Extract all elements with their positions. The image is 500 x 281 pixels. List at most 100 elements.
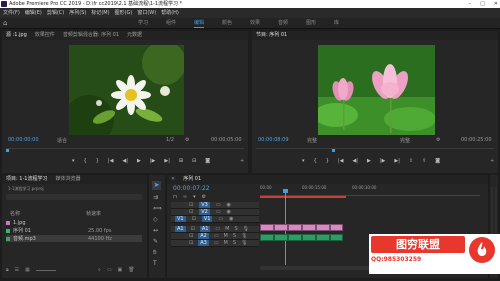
tab-audio-mixer[interactable]: 音频剪辑混合器: 序列 01: [63, 31, 119, 40]
mute-button[interactable]: M: [224, 240, 228, 246]
marker-icon[interactable]: ▾: [302, 158, 305, 164]
type-tool-icon[interactable]: T: [153, 260, 157, 267]
ws-audio[interactable]: 音频: [278, 18, 288, 29]
sync-lock-icon[interactable]: ▭: [214, 233, 219, 239]
lift-icon[interactable]: ⇧: [409, 158, 413, 164]
eye-icon[interactable]: ◉: [227, 202, 231, 208]
playhead-handle[interactable]: [283, 189, 288, 193]
snap-icon[interactable]: ⊓: [173, 194, 177, 200]
solo-button[interactable]: S: [233, 233, 236, 239]
export-frame-camera-icon[interactable]: ◙: [205, 158, 210, 164]
extract-icon[interactable]: ⇪: [422, 158, 426, 164]
menu-help[interactable]: 帮助(H): [161, 8, 179, 18]
go-to-out-button[interactable]: ▶|: [394, 158, 400, 164]
audio-clip[interactable]: [288, 234, 302, 241]
sync-lock-icon[interactable]: ▭: [216, 209, 221, 215]
icon-view-icon[interactable]: ▦: [25, 267, 30, 273]
video-clip[interactable]: [274, 224, 288, 231]
tab-source[interactable]: 源 :1.jpg: [6, 31, 27, 40]
sync-lock-icon[interactable]: ▭: [218, 216, 223, 222]
track-v1-header[interactable]: V1 ⊡ V1 ▭ ◉: [171, 216, 259, 223]
menu-marker[interactable]: 标记(M): [91, 8, 109, 18]
video-clip[interactable]: [330, 224, 343, 231]
lock-icon[interactable]: ⊡: [191, 226, 195, 232]
add-marker-icon[interactable]: ▾: [193, 194, 196, 200]
menu-graphics[interactable]: 图形(G): [115, 8, 133, 18]
mute-button[interactable]: M: [224, 233, 228, 239]
menu-window[interactable]: 窗口(W): [137, 8, 156, 18]
menu-clip[interactable]: 剪辑(C): [47, 8, 64, 18]
linked-selection-icon[interactable]: ∞: [183, 194, 187, 200]
track-label[interactable]: V3: [199, 202, 210, 208]
audio-clip[interactable]: [302, 234, 316, 241]
sync-lock-icon[interactable]: ▭: [215, 226, 220, 232]
tab-sequence[interactable]: 序列 01: [183, 175, 201, 184]
lock-icon[interactable]: ⊡: [189, 233, 193, 239]
list-item[interactable]: 音频.mp3 44100 Hz: [6, 235, 142, 242]
source-fit-dropdown[interactable]: 适合: [57, 137, 67, 144]
wrench-icon[interactable]: ⚙: [185, 137, 189, 143]
work-area-bar[interactable]: [260, 196, 346, 198]
track-label[interactable]: V1: [201, 216, 213, 222]
export-frame-camera-icon[interactable]: ◙: [435, 158, 440, 164]
mute-button[interactable]: M: [225, 226, 229, 232]
mark-in-button[interactable]: {: [84, 158, 87, 164]
program-add-button-icon[interactable]: +: [490, 158, 494, 164]
search-icon[interactable]: ⌕: [98, 267, 101, 273]
marker-icon[interactable]: ▾: [72, 158, 75, 164]
tab-metadata[interactable]: 元数据: [127, 31, 142, 40]
source-add-button-icon[interactable]: +: [240, 158, 244, 164]
col-name-header[interactable]: 名称: [10, 210, 20, 217]
ws-editing[interactable]: 编辑: [194, 18, 205, 29]
menu-edit[interactable]: 编辑(E): [25, 8, 42, 18]
source-patch[interactable]: V1: [175, 216, 186, 222]
lock-icon[interactable]: ⊡: [189, 202, 193, 208]
track-label[interactable]: A1: [199, 226, 211, 232]
trash-icon[interactable]: 🗑︎: [128, 267, 134, 273]
hand-tool-icon[interactable]: ✋︎: [153, 249, 156, 257]
lock-icon[interactable]: 🔒︎: [6, 267, 9, 273]
settings-wrench-icon[interactable]: ⚙: [202, 194, 206, 200]
audio-clip[interactable]: [316, 234, 330, 241]
go-to-in-button[interactable]: |◀: [338, 158, 344, 164]
step-back-button[interactable]: ◀|: [352, 158, 358, 164]
ripple-edit-tool-icon[interactable]: ⟺: [153, 205, 162, 212]
close-tab-icon[interactable]: ✕: [171, 175, 175, 184]
ws-libraries[interactable]: 库: [334, 18, 339, 29]
tab-media-browser[interactable]: 媒体浏览器: [55, 175, 80, 184]
col-fps-header[interactable]: 帧速率: [86, 210, 101, 217]
slip-tool-icon[interactable]: ↔: [153, 227, 158, 234]
step-forward-button[interactable]: |▶: [150, 158, 156, 164]
selection-tool-icon[interactable]: ➤: [152, 181, 161, 190]
new-bin-icon[interactable]: ▭: [107, 267, 112, 273]
pen-tool-icon[interactable]: ✎: [153, 238, 158, 245]
ws-effects[interactable]: 效果: [250, 18, 260, 29]
mark-out-button[interactable]: }: [96, 158, 99, 164]
program-timecode[interactable]: 00:00:08:09: [258, 137, 289, 143]
sync-lock-icon[interactable]: ▭: [214, 240, 219, 246]
play-button[interactable]: ▶: [137, 158, 141, 164]
ws-learn[interactable]: 学习: [138, 18, 148, 29]
track-label[interactable]: A2: [198, 233, 209, 239]
go-to-in-button[interactable]: |◀: [108, 158, 114, 164]
ws-graphics[interactable]: 图形: [306, 18, 316, 29]
track-v2-header[interactable]: ⊡ V2 ▭ ◉: [171, 209, 259, 216]
track-label[interactable]: V2: [199, 209, 210, 215]
source-patch[interactable]: A1: [175, 226, 186, 232]
track-select-tool-icon[interactable]: ⇉: [153, 194, 158, 201]
zoom-slider[interactable]: [35, 269, 56, 271]
list-view-icon[interactable]: ☰: [15, 267, 19, 273]
insert-icon[interactable]: ⊞: [179, 158, 183, 164]
track-a1-header[interactable]: A1 ⊡ A1 ▭ M S 🎙︎: [171, 226, 259, 233]
eye-icon[interactable]: ◉: [227, 209, 231, 215]
list-item[interactable]: 1.jpg: [6, 219, 142, 226]
track-v3-header[interactable]: ⊡ V3 ▭ ◉: [171, 202, 259, 209]
razor-tool-icon[interactable]: ◇: [153, 216, 158, 223]
close-button[interactable]: ✕: [494, 0, 498, 8]
video-clip[interactable]: [260, 224, 274, 231]
source-playhead[interactable]: [6, 149, 9, 152]
eye-icon[interactable]: ◉: [229, 216, 233, 222]
mark-in-button[interactable]: {: [314, 158, 317, 164]
step-back-button[interactable]: ◀|: [122, 158, 128, 164]
program-resolution-dropdown[interactable]: 完整: [400, 137, 410, 144]
